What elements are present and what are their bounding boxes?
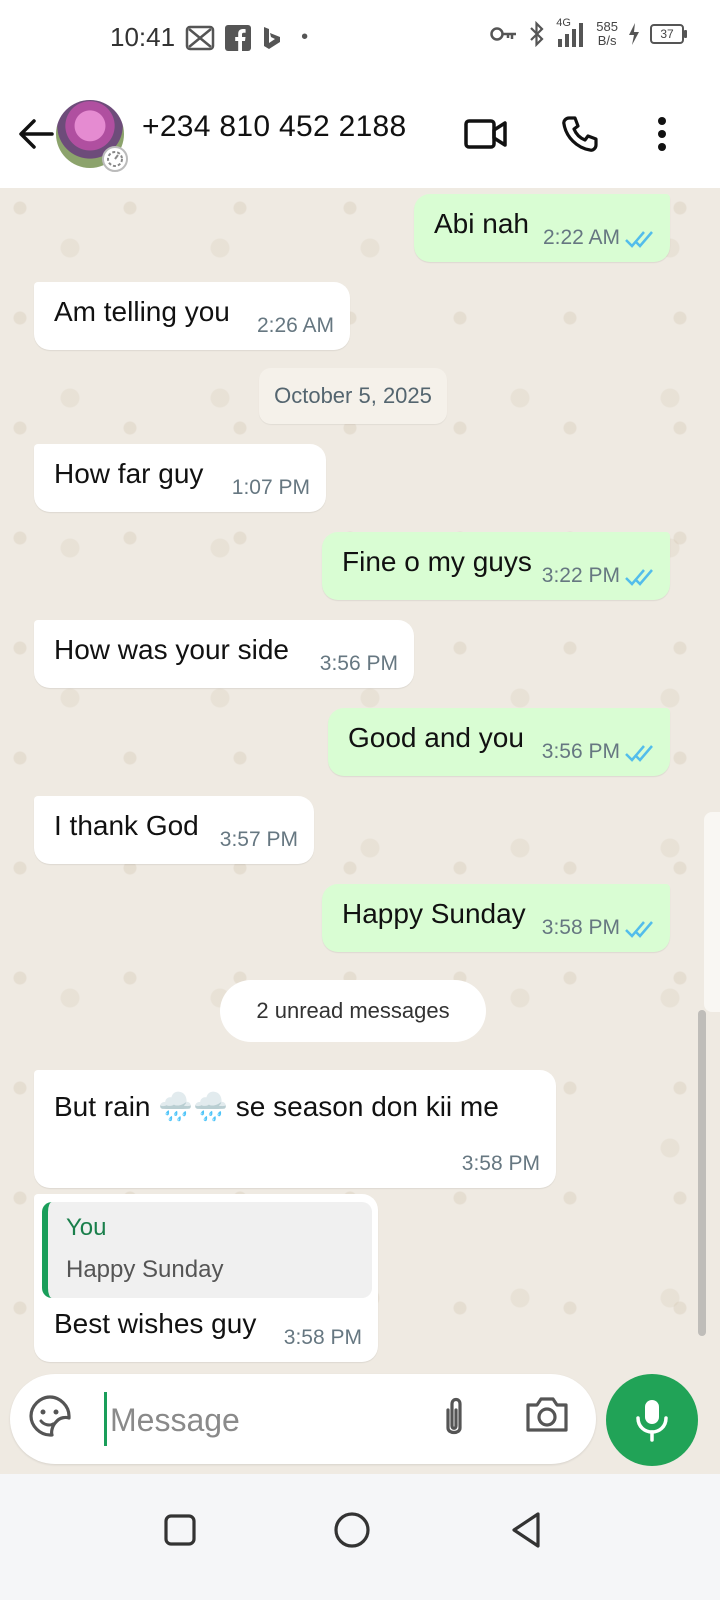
message-text: Happy Sunday <box>342 898 526 929</box>
speed-value: 585 <box>596 19 618 34</box>
more-notifications-dot: • <box>301 26 309 48</box>
message-incoming[interactable]: But rain 🌧️🌧️ se season don kii me 3:58 … <box>34 1070 556 1188</box>
speed-unit: B/s <box>597 33 617 48</box>
message-time: 3:56 PM <box>319 652 398 675</box>
voice-call-button[interactable] <box>556 110 604 158</box>
quoted-text: Happy Sunday <box>66 1256 224 1283</box>
message-text: How far guy <box>54 458 204 489</box>
message-time: 3:58 PM <box>541 916 620 939</box>
message-time: 3:57 PM <box>219 828 298 851</box>
quoted-author: You <box>66 1214 107 1241</box>
message-time: 3:56 PM <box>541 740 620 763</box>
message-input[interactable] <box>108 1394 432 1446</box>
battery-indicator: 37 <box>650 24 687 44</box>
quoted-message[interactable]: You Happy Sunday <box>42 1202 372 1298</box>
date-divider: October 5, 2025 <box>259 368 447 424</box>
phone-icon <box>562 116 598 152</box>
status-timer-icon <box>102 146 128 172</box>
chat-header: +234 810 452 2188 <box>0 80 720 189</box>
bing-icon <box>264 26 281 49</box>
network-speed: 585 B/s <box>596 20 618 48</box>
message-incoming[interactable]: How far guy 1:07 PM <box>34 444 326 512</box>
message-incoming[interactable]: How was your side 3:56 PM <box>34 620 414 688</box>
message-text: Best wishes guy <box>54 1308 257 1339</box>
sticker-button[interactable] <box>28 1394 78 1444</box>
message-outgoing[interactable]: Fine o my guys 3:22 PM <box>322 532 670 600</box>
message-composer <box>10 1374 596 1464</box>
sticker-icon <box>29 1395 71 1437</box>
camera-icon <box>526 1397 568 1432</box>
message-text: I thank God <box>54 810 199 841</box>
signal-indicator: 4G <box>556 17 586 47</box>
message-incoming[interactable]: I thank God 3:57 PM <box>34 796 314 864</box>
charging-icon <box>629 23 639 45</box>
triangle-back-icon <box>512 1512 540 1548</box>
read-ticks-icon <box>625 569 653 586</box>
more-vertical-icon <box>658 117 666 151</box>
clock: 10:41 <box>110 22 176 52</box>
chat-area[interactable]: Abi nah 2:22 AM Am telling you 2:26 AM O… <box>0 188 720 1374</box>
message-outgoing[interactable]: Good and you 3:56 PM <box>328 708 670 776</box>
facebook-icon <box>225 24 252 51</box>
unread-divider: 2 unread messages <box>220 980 486 1042</box>
more-options-button[interactable] <box>638 110 686 158</box>
message-time: 3:22 PM <box>541 564 620 587</box>
home-button[interactable] <box>322 1500 382 1560</box>
message-text: Good and you <box>348 722 524 753</box>
status-left: 10:41 • <box>110 22 308 53</box>
read-ticks-icon <box>625 921 653 938</box>
paperclip-icon <box>446 1397 462 1435</box>
message-incoming-reply[interactable]: You Happy Sunday Best wishes guy 3:58 PM <box>34 1194 378 1362</box>
message-text: But rain 🌧️🌧️ se season don kii me <box>54 1091 499 1122</box>
circle-icon <box>334 1512 370 1548</box>
read-ticks-icon <box>625 231 653 248</box>
message-text: Am telling you <box>54 296 230 327</box>
back-nav-button[interactable] <box>496 1500 556 1560</box>
recents-button[interactable] <box>150 1500 210 1560</box>
message-text: Fine o my guys <box>342 546 532 577</box>
read-ticks-icon <box>625 745 653 762</box>
message-text: How was your side <box>54 634 289 665</box>
attach-button[interactable] <box>434 1394 484 1444</box>
system-nav-bar <box>0 1474 720 1600</box>
app-notification-icon <box>185 25 215 50</box>
text-caret <box>104 1392 107 1446</box>
message-time: 3:58 PM <box>461 1152 540 1175</box>
video-call-icon <box>464 119 507 149</box>
video-call-button[interactable] <box>462 110 510 158</box>
message-time: 2:22 AM <box>542 226 620 249</box>
square-icon <box>164 1514 196 1546</box>
contact-name[interactable]: +234 810 452 2188 <box>142 110 407 144</box>
status-bar: 10:41 • 4G 585 B/s 37 <box>0 0 720 80</box>
message-text: Abi nah <box>434 208 529 239</box>
vpn-key-icon <box>490 27 517 41</box>
bluetooth-icon <box>530 21 544 47</box>
status-right: 4G 585 B/s 37 <box>490 17 687 48</box>
message-time: 1:07 PM <box>231 476 310 499</box>
back-arrow-icon <box>19 119 54 149</box>
scroll-edge <box>704 812 720 1012</box>
back-button[interactable] <box>12 110 60 158</box>
message-outgoing[interactable]: Happy Sunday 3:58 PM <box>322 884 670 952</box>
scrollbar-thumb[interactable] <box>698 1010 706 1336</box>
message-time: 2:26 AM <box>256 314 334 337</box>
microphone-icon <box>636 1400 668 1442</box>
message-outgoing[interactable]: Abi nah 2:22 AM <box>414 194 670 262</box>
message-incoming[interactable]: Am telling you 2:26 AM <box>34 282 350 350</box>
camera-button[interactable] <box>524 1394 576 1444</box>
voice-message-button[interactable] <box>606 1374 698 1466</box>
network-type: 4G <box>556 17 571 29</box>
message-time: 3:58 PM <box>283 1326 362 1349</box>
